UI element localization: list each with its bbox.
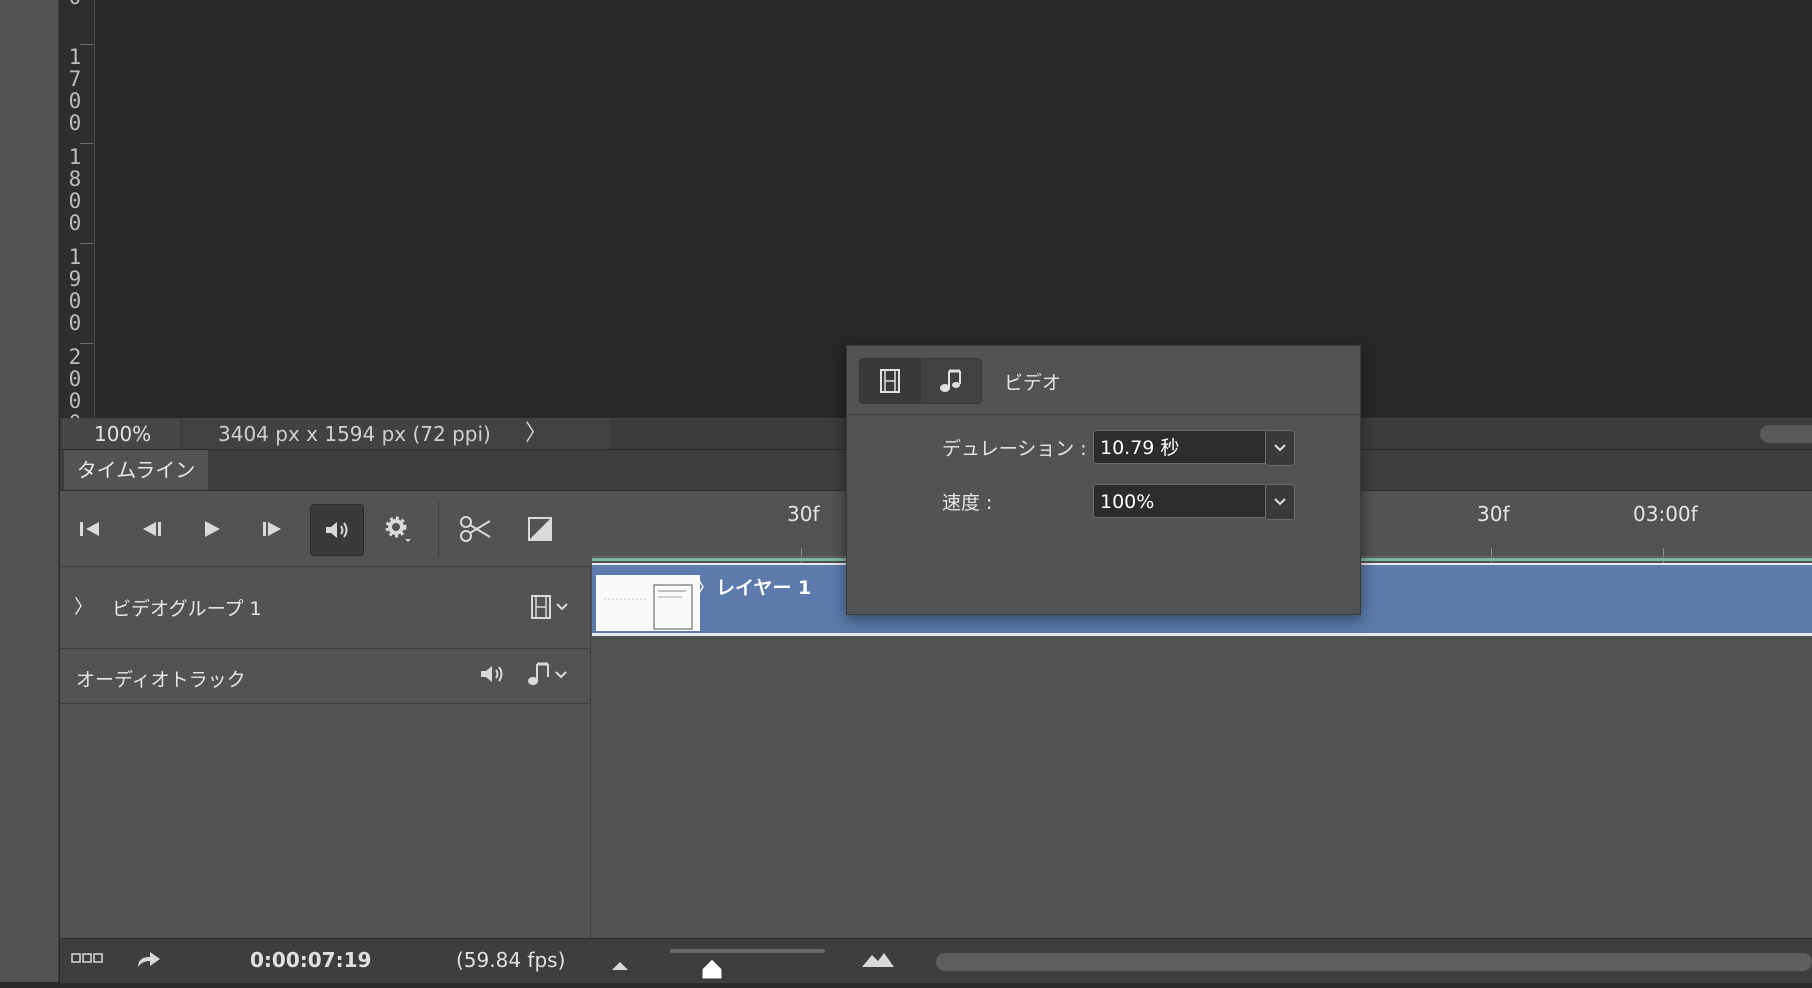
vertical-ruler: 0 1700 1800 1900 2000 [60, 0, 95, 434]
duration-dropdown[interactable] [1265, 430, 1295, 466]
playback-settings-button[interactable] [372, 504, 424, 554]
duration-label: デュレーション : [942, 438, 1087, 460]
ruler-label-1700: 1700 [68, 45, 82, 135]
step-back-icon [143, 522, 161, 536]
transition-icon [528, 517, 552, 541]
ruler-label-0: 0 [64, 0, 86, 8]
ruler-tick [80, 143, 94, 144]
tick-label: 30f [1477, 502, 1510, 526]
play-icon [205, 521, 220, 537]
audio-track-label: オーディオトラック [76, 669, 246, 691]
scissors-icon [460, 516, 491, 542]
render-video-icon[interactable] [134, 947, 164, 976]
popup-title: ビデオ [1004, 372, 1062, 394]
timeline-scrollbar[interactable] [936, 953, 1812, 971]
audio-track[interactable]: オーディオトラック [60, 649, 590, 704]
tick-label: 30f [787, 502, 820, 526]
frame-view-icon[interactable] [70, 949, 106, 974]
clip-label: レイヤー 1 [716, 577, 812, 599]
chevron-down-icon [1274, 498, 1286, 506]
clip-thumbnail [596, 575, 700, 631]
status-menu-arrow[interactable]: 〉 [525, 419, 547, 449]
play-button[interactable] [186, 504, 238, 554]
next-frame-button[interactable] [246, 504, 298, 554]
go-to-first-frame-button[interactable] [64, 504, 116, 554]
canvas-scrollbar[interactable] [1760, 425, 1812, 443]
speed-label: 速度 : [942, 492, 993, 514]
step-forward-icon [263, 522, 281, 536]
duration-field[interactable]: 10.79 秒 [1093, 430, 1267, 464]
current-timecode: 0:00:07:19 [250, 948, 372, 972]
ruler-tick [80, 343, 94, 344]
zoom-slider-handle[interactable] [700, 957, 724, 988]
tab-timeline[interactable]: タイムライン [64, 450, 208, 490]
tick-label: 03:00f [1633, 502, 1698, 526]
track-speaker-icon[interactable] [478, 663, 506, 690]
timeline-zoom-slider[interactable] [670, 949, 825, 953]
timeline-bottom-bar: 0:00:07:19 (59.84 fps) [60, 938, 1812, 983]
split-at-playhead-button[interactable] [450, 504, 502, 554]
transport-controls [60, 490, 590, 567]
video-properties-popup: ビデオ デュレーション : 10.79 秒 速度 : 100% [846, 345, 1361, 615]
ruler-label-1900: 1900 [68, 245, 82, 335]
speaker-icon [326, 522, 348, 538]
frame-rate: (59.84 fps) [456, 948, 566, 972]
left-tool-strip [0, 0, 59, 982]
zoom-level-field[interactable]: 100% [62, 419, 180, 449]
mute-audio-button[interactable] [310, 504, 364, 556]
toolbar-divider [438, 502, 439, 558]
track-expander[interactable]: 〉 [74, 592, 93, 619]
clip-expander[interactable]: 〉 [696, 573, 715, 600]
music-note-icon [940, 369, 961, 392]
ruler-tick [80, 243, 94, 244]
skip-to-start-icon [80, 522, 99, 536]
track-list: 〉 ビデオグループ 1 オーディオトラック [60, 566, 591, 971]
chevron-down-icon [1274, 444, 1286, 452]
video-group-track[interactable]: 〉 ビデオグループ 1 [60, 566, 590, 649]
speed-dropdown[interactable] [1265, 484, 1295, 520]
gear-icon [385, 516, 411, 542]
video-group-label: ビデオグループ 1 [112, 598, 262, 620]
speed-field[interactable]: 100% [1093, 484, 1267, 518]
previous-frame-button[interactable] [126, 504, 178, 554]
popup-header: ビデオ [847, 346, 1360, 415]
ruler-label-1800: 1800 [68, 145, 82, 235]
film-strip-icon[interactable] [530, 594, 578, 625]
ruler-tick [80, 44, 94, 45]
audio-tab-button[interactable] [920, 358, 982, 404]
film-icon [880, 369, 900, 393]
video-tab-button[interactable] [859, 358, 921, 404]
zoom-in-icon[interactable] [860, 947, 896, 974]
transition-button[interactable] [514, 504, 566, 554]
zoom-out-icon[interactable] [608, 953, 632, 977]
music-note-icon[interactable] [526, 661, 574, 692]
